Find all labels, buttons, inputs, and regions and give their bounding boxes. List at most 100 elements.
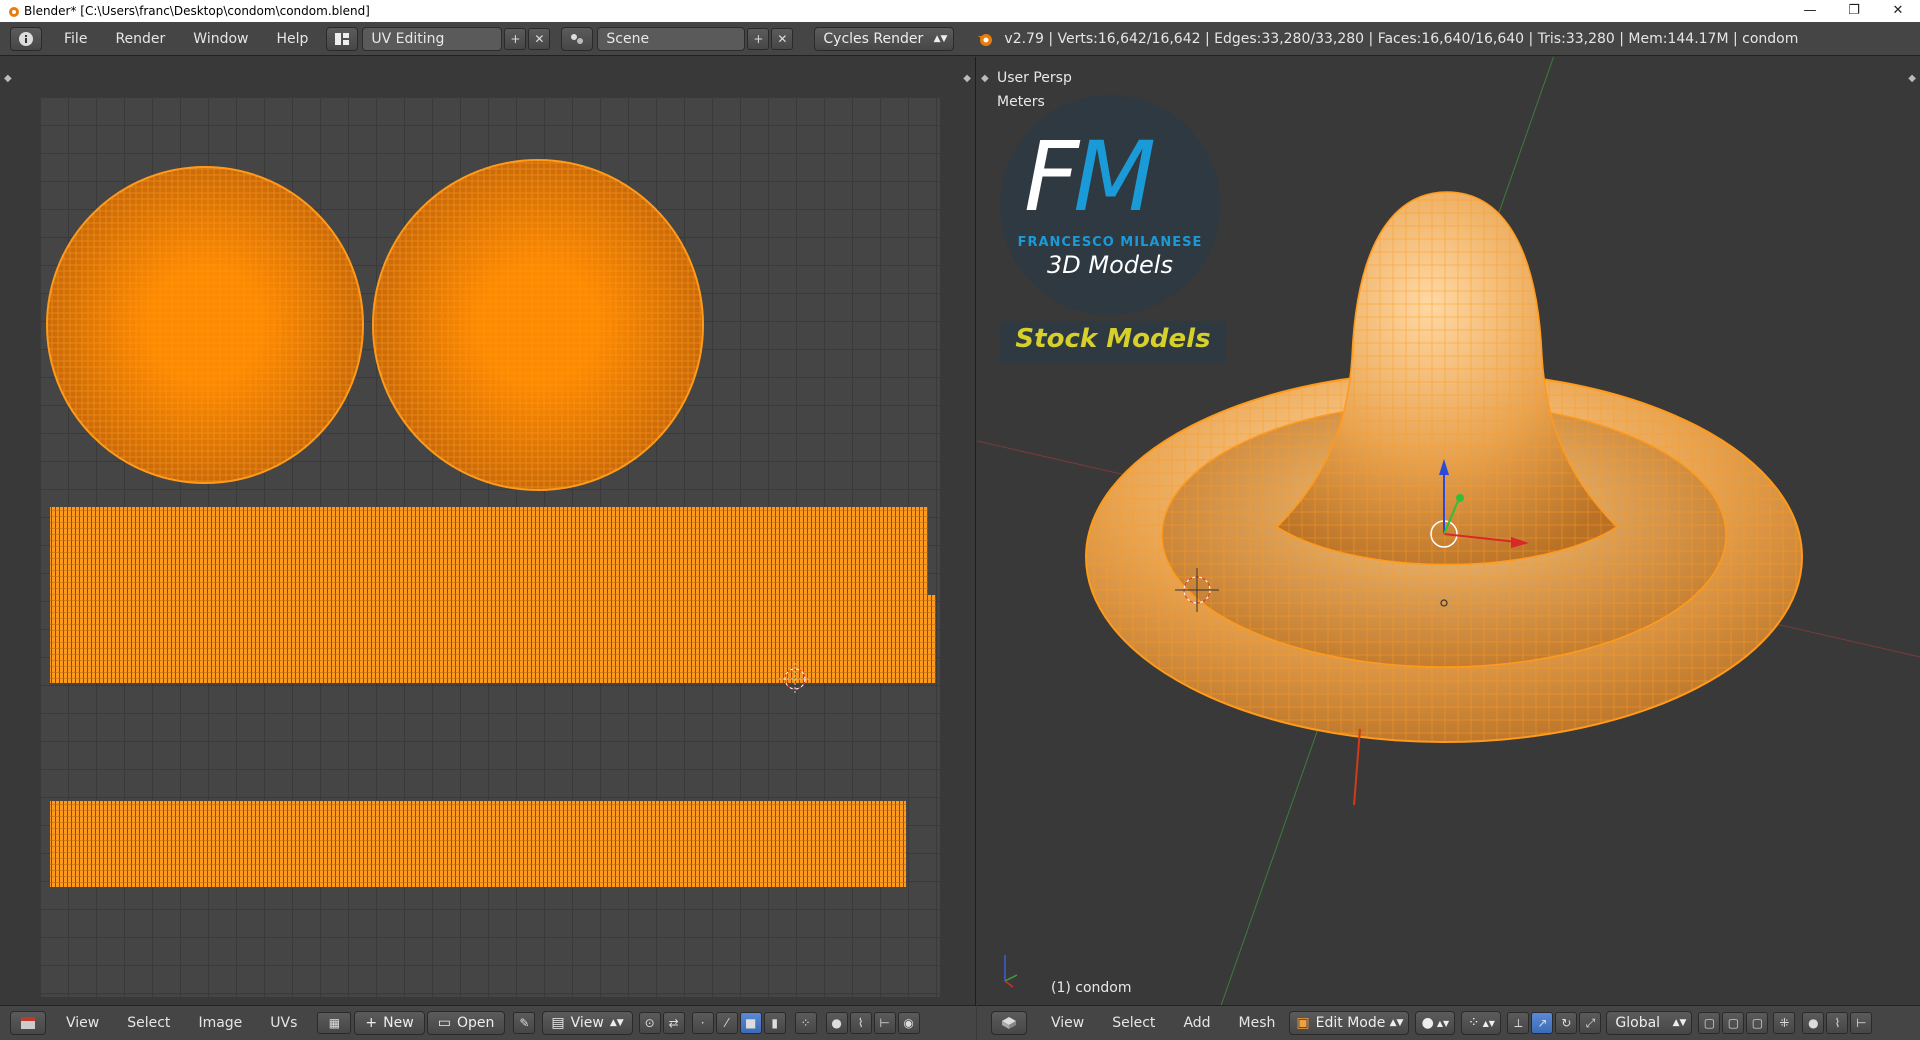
add-scene-icon[interactable]: + bbox=[747, 27, 770, 50]
snap-icon[interactable]: ⌇ bbox=[849, 1012, 872, 1034]
viewport-footer: View Select Add Mesh ▣ Edit Mode ▲▼ ● ▲▼ … bbox=[977, 1005, 1920, 1040]
layout-field[interactable]: UV Editing bbox=[362, 26, 503, 51]
uv-editor[interactable]: ◆ ◆ bbox=[0, 57, 976, 1005]
occlude-geometry-icon[interactable]: ⁜ bbox=[1773, 1012, 1796, 1034]
sticky-mode-icon[interactable]: ⁘ bbox=[794, 1012, 817, 1034]
region-toggle-icon[interactable]: ◆ bbox=[981, 73, 989, 84]
snap-target-icon[interactable]: ⊢ bbox=[873, 1012, 896, 1034]
manipulator-toggle-icon[interactable]: ⟂ bbox=[1507, 1012, 1530, 1034]
scene-field[interactable]: Scene bbox=[597, 26, 746, 51]
fm-letters: FM bbox=[1024, 121, 1156, 233]
snap-icon[interactable]: ⌇ bbox=[1826, 1012, 1849, 1034]
open-image-button[interactable]: ▭ Open bbox=[426, 1011, 506, 1035]
island-select-icon[interactable]: ▮ bbox=[763, 1012, 786, 1034]
plus-icon: + bbox=[365, 1015, 378, 1031]
scale-manipulator-icon[interactable]: ⤢ bbox=[1579, 1012, 1602, 1034]
blender-logo-icon bbox=[978, 33, 993, 46]
layers-icon[interactable]: ▢ bbox=[1698, 1012, 1721, 1034]
editor-type-button[interactable] bbox=[991, 1011, 1027, 1035]
logo-subtitle: 3D Models bbox=[1047, 251, 1173, 279]
translate-manipulator-icon[interactable]: ↗ bbox=[1531, 1012, 1554, 1034]
info-editor-type-button[interactable] bbox=[10, 26, 42, 51]
snap-target-icon[interactable]: ⊢ bbox=[1850, 1012, 1873, 1034]
view-name: User Persp bbox=[997, 70, 1072, 86]
pivot-select[interactable]: ⁘ ▲▼ bbox=[1461, 1011, 1502, 1035]
vp-menu-add[interactable]: Add bbox=[1169, 1008, 1224, 1038]
vertex-select-icon[interactable]: ▢ bbox=[1722, 1012, 1745, 1034]
mode-label: Edit Mode bbox=[1315, 1015, 1386, 1031]
window-titlebar: Blender* [C:\Users\franc\Desktop\condom\… bbox=[0, 0, 1920, 22]
view-mode-label: View bbox=[570, 1015, 604, 1031]
region-toggle-icon[interactable]: ◆ bbox=[963, 73, 971, 84]
editor-type-button[interactable] bbox=[10, 1011, 46, 1035]
new-image-label: New bbox=[383, 1015, 414, 1031]
blender-logo-icon bbox=[9, 7, 19, 17]
vertex-select-icon[interactable]: · bbox=[691, 1012, 714, 1034]
uv-disc-left bbox=[46, 166, 364, 484]
rotate-manipulator-icon[interactable]: ↻ bbox=[1555, 1012, 1578, 1034]
shading-select[interactable]: ● ▲▼ bbox=[1415, 1011, 1456, 1035]
view-mode-select[interactable]: ▤ View ▲▼ bbox=[542, 1011, 633, 1035]
proportional-edit-icon[interactable]: ● bbox=[1802, 1012, 1825, 1034]
region-toggle-icon[interactable]: ◆ bbox=[4, 73, 12, 84]
fm-logo: FM FRANCESCO MILANESE 3D Models Stock Mo… bbox=[1000, 95, 1226, 365]
render-preview-icon[interactable]: ◉ bbox=[897, 1012, 920, 1034]
orientation-label: Global bbox=[1615, 1015, 1661, 1031]
open-image-label: Open bbox=[456, 1015, 495, 1031]
edge-select-icon[interactable]: ⁄ bbox=[715, 1012, 738, 1034]
scene-stats: v2.79 | Verts:16,642/16,642 | Edges:33,2… bbox=[1004, 30, 1799, 47]
vp-menu-mesh[interactable]: Mesh bbox=[1225, 1008, 1290, 1038]
orientation-select[interactable]: Global ▲▼ bbox=[1606, 1011, 1693, 1035]
close-button[interactable]: ✕ bbox=[1876, 0, 1920, 22]
window-title: Blender* [C:\Users\franc\Desktop\condom\… bbox=[24, 4, 370, 18]
add-layout-icon[interactable]: + bbox=[504, 27, 527, 50]
render-engine-label: Cycles Render bbox=[823, 30, 924, 47]
new-image-button[interactable]: + New bbox=[354, 1011, 425, 1035]
edit-mode-icon: ▣ bbox=[1296, 1015, 1310, 1031]
uv-menu-image[interactable]: Image bbox=[184, 1008, 256, 1038]
render-engine-select[interactable]: Cycles Render ▲▼ bbox=[814, 26, 955, 51]
updown-arrows-icon: ▲▼ bbox=[933, 33, 948, 44]
pivot-icon: ⁘ bbox=[1467, 1015, 1480, 1031]
pivot-icon[interactable]: ⊙ bbox=[638, 1012, 661, 1034]
delete-scene-icon[interactable]: ✕ bbox=[771, 27, 794, 50]
uv-disc-right bbox=[372, 159, 704, 491]
vp-menu-view[interactable]: View bbox=[1037, 1008, 1098, 1038]
edge-select-icon[interactable]: ▢ bbox=[1746, 1012, 1769, 1034]
menu-render[interactable]: Render bbox=[101, 24, 179, 54]
uv-islands bbox=[46, 159, 936, 887]
uv-strip-2 bbox=[50, 595, 936, 683]
3d-view-icon bbox=[1002, 1017, 1016, 1029]
menu-window[interactable]: Window bbox=[179, 24, 262, 54]
pin-icon[interactable]: ✎ bbox=[513, 1012, 536, 1034]
screen-layout-icon[interactable] bbox=[326, 26, 359, 51]
uv-menu-view[interactable]: View bbox=[52, 1008, 113, 1038]
view-mode-icon: ▤ bbox=[551, 1015, 565, 1031]
axis-widget bbox=[1004, 955, 1018, 988]
updown-arrows-icon: ▲▼ bbox=[1389, 1018, 1404, 1028]
logo-name: FRANCESCO MILANESE bbox=[1017, 235, 1203, 250]
face-select-icon[interactable]: ■ bbox=[739, 1012, 762, 1034]
uv-grid[interactable] bbox=[40, 97, 940, 997]
uv-menu-uvs[interactable]: UVs bbox=[256, 1008, 311, 1038]
image-browse-icon[interactable]: ▦ bbox=[317, 1012, 352, 1034]
scene-icon[interactable] bbox=[561, 26, 594, 51]
mode-select[interactable]: ▣ Edit Mode ▲▼ bbox=[1289, 1011, 1410, 1035]
uv-strip-1 bbox=[50, 507, 928, 595]
sync-selection-icon[interactable]: ⇄ bbox=[662, 1012, 685, 1034]
minimize-button[interactable]: — bbox=[1788, 0, 1832, 22]
folder-icon: ▭ bbox=[437, 1015, 451, 1031]
menu-file[interactable]: File bbox=[50, 24, 101, 54]
menu-help[interactable]: Help bbox=[262, 24, 322, 54]
delete-layout-icon[interactable]: ✕ bbox=[528, 27, 551, 50]
uv-menu-select[interactable]: Select bbox=[113, 1008, 184, 1038]
maximize-button[interactable]: ❐ bbox=[1832, 0, 1876, 22]
uv-editor-icon bbox=[21, 1017, 35, 1029]
logo-banner: Stock Models bbox=[1015, 324, 1211, 354]
vp-menu-select[interactable]: Select bbox=[1098, 1008, 1169, 1038]
3d-viewport[interactable]: ◆ ◆ User Persp Meters (1) condom FM FRAN… bbox=[977, 57, 1920, 1005]
region-toggle-icon[interactable]: ◆ bbox=[1908, 73, 1916, 84]
updown-arrows-icon: ▲▼ bbox=[1672, 1018, 1687, 1028]
updown-arrows-icon: ▲▼ bbox=[609, 1018, 624, 1028]
proportional-edit-icon[interactable]: ● bbox=[825, 1012, 848, 1034]
